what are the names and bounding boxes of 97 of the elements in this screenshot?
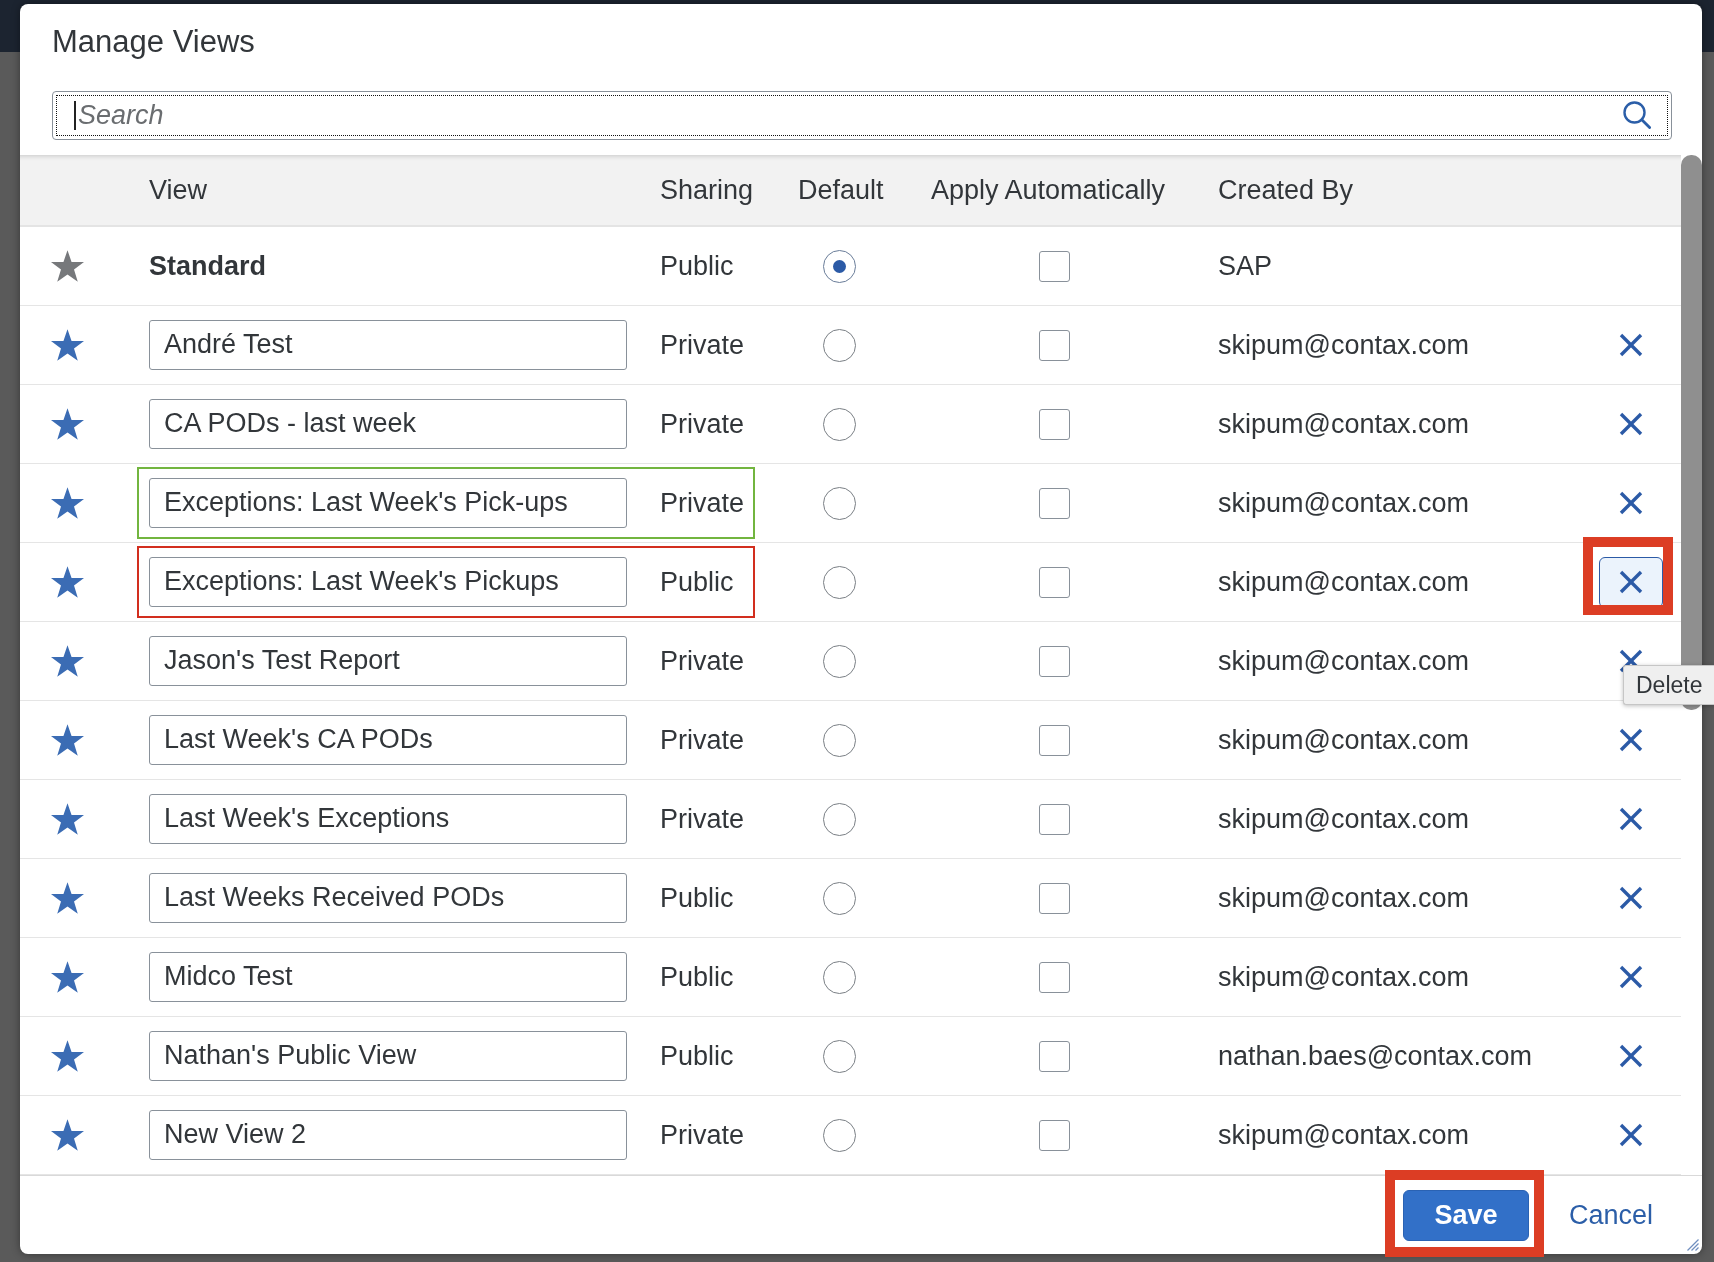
save-button[interactable]: Save bbox=[1402, 1189, 1529, 1241]
x-icon bbox=[1619, 728, 1643, 752]
created-by-text: skipum@contax.com bbox=[1218, 882, 1469, 914]
created-by-text: nathan.baes@contax.com bbox=[1218, 1040, 1533, 1072]
apply-automatically-checkbox[interactable] bbox=[1039, 803, 1070, 835]
apply-automatically-checkbox[interactable] bbox=[1039, 487, 1070, 519]
view-name-field[interactable]: André Test bbox=[149, 320, 627, 370]
star-icon[interactable] bbox=[51, 1119, 84, 1151]
cancel-button[interactable]: Cancel bbox=[1556, 1189, 1665, 1241]
star-icon[interactable] bbox=[51, 803, 84, 835]
created-by-text: skipum@contax.com bbox=[1218, 724, 1469, 756]
search-field[interactable]: Search bbox=[52, 91, 1672, 140]
delete-button[interactable] bbox=[1599, 556, 1663, 608]
default-radio[interactable] bbox=[823, 1039, 856, 1073]
sharing-text: Private bbox=[660, 803, 745, 835]
x-icon bbox=[1619, 1123, 1643, 1147]
column-header: Apply Automatically bbox=[931, 174, 1166, 206]
sharing-text: Public bbox=[660, 882, 734, 914]
default-radio[interactable] bbox=[823, 565, 856, 599]
x-icon bbox=[1619, 333, 1643, 357]
column-header: Default bbox=[798, 174, 884, 206]
view-name-field[interactable]: CA PODs - last week bbox=[149, 399, 627, 449]
created-by-text: skipum@contax.com bbox=[1218, 329, 1469, 361]
star-icon[interactable] bbox=[51, 329, 84, 361]
view-name: Standard bbox=[149, 250, 267, 282]
default-radio[interactable] bbox=[823, 328, 856, 362]
x-icon bbox=[1619, 965, 1643, 989]
resize-grip-icon[interactable] bbox=[1687, 1239, 1699, 1251]
default-radio[interactable] bbox=[823, 407, 856, 441]
created-by-text: skipum@contax.com bbox=[1218, 961, 1469, 993]
x-icon bbox=[1619, 412, 1643, 436]
x-icon bbox=[1619, 570, 1643, 594]
created-by-text: skipum@contax.com bbox=[1218, 1119, 1469, 1151]
apply-automatically-checkbox[interactable] bbox=[1039, 250, 1070, 282]
default-radio[interactable] bbox=[823, 644, 856, 678]
sharing-text: Private bbox=[660, 329, 745, 361]
star-icon[interactable] bbox=[51, 961, 84, 993]
view-name-field[interactable]: Jason's Test Report bbox=[149, 636, 627, 686]
tooltip: Delete bbox=[1623, 665, 1714, 705]
view-name-field[interactable]: Exceptions: Last Week's Pick-ups bbox=[149, 478, 627, 528]
created-by-text: skipum@contax.com bbox=[1218, 645, 1469, 677]
default-radio[interactable] bbox=[823, 486, 856, 520]
apply-automatically-checkbox[interactable] bbox=[1039, 408, 1070, 440]
column-header: View bbox=[149, 174, 208, 206]
column-header: Sharing bbox=[660, 174, 754, 206]
sharing-text: Public bbox=[660, 566, 734, 598]
created-by-text: skipum@contax.com bbox=[1218, 803, 1469, 835]
sharing-text: Private bbox=[660, 645, 745, 677]
sharing-text: Private bbox=[660, 724, 745, 756]
view-name-field[interactable]: Last Weeks Received PODs bbox=[149, 873, 627, 923]
star-icon[interactable] bbox=[51, 1040, 84, 1072]
created-by-text: skipum@contax.com bbox=[1218, 408, 1469, 440]
star-icon[interactable] bbox=[51, 487, 84, 519]
created-by-text: skipum@contax.com bbox=[1218, 566, 1469, 598]
x-icon bbox=[1619, 1044, 1643, 1068]
created-by-text: SAP bbox=[1218, 250, 1273, 282]
x-icon bbox=[1619, 886, 1643, 910]
x-icon bbox=[1619, 491, 1643, 515]
view-name-field[interactable]: Exceptions: Last Week's Pickups bbox=[149, 557, 627, 607]
sharing-text: Public bbox=[660, 1040, 734, 1072]
column-header: Created By bbox=[1218, 174, 1354, 206]
apply-automatically-checkbox[interactable] bbox=[1039, 1040, 1070, 1072]
apply-automatically-checkbox[interactable] bbox=[1039, 645, 1070, 677]
view-name-field[interactable]: Nathan's Public View bbox=[149, 1031, 627, 1081]
search-icon[interactable] bbox=[1623, 101, 1651, 129]
text-cursor bbox=[74, 101, 76, 130]
default-radio[interactable] bbox=[823, 802, 856, 836]
apply-automatically-checkbox[interactable] bbox=[1039, 566, 1070, 598]
default-radio[interactable] bbox=[823, 723, 856, 757]
view-name-field[interactable]: Last Week's Exceptions bbox=[149, 794, 627, 844]
apply-automatically-checkbox[interactable] bbox=[1039, 724, 1070, 756]
view-name-field[interactable]: Last Week's CA PODs bbox=[149, 715, 627, 765]
star-icon[interactable] bbox=[51, 882, 84, 914]
view-name-field[interactable]: New View 2 bbox=[149, 1110, 627, 1160]
default-radio[interactable] bbox=[823, 960, 856, 994]
star-icon[interactable] bbox=[51, 250, 84, 282]
apply-automatically-checkbox[interactable] bbox=[1039, 961, 1070, 993]
default-radio[interactable] bbox=[823, 1118, 856, 1152]
dialog-title: Manage Views bbox=[52, 24, 256, 60]
sharing-text: Private bbox=[660, 408, 745, 440]
sharing-text: Public bbox=[660, 250, 734, 282]
sharing-text: Public bbox=[660, 961, 734, 993]
sharing-text: Private bbox=[660, 487, 745, 519]
sharing-text: Private bbox=[660, 1119, 745, 1151]
star-icon[interactable] bbox=[51, 566, 84, 598]
star-icon[interactable] bbox=[51, 724, 84, 756]
x-icon bbox=[1619, 807, 1643, 831]
x-icon bbox=[1619, 649, 1643, 673]
default-radio[interactable] bbox=[823, 249, 856, 283]
apply-automatically-checkbox[interactable] bbox=[1039, 329, 1070, 361]
apply-automatically-checkbox[interactable] bbox=[1039, 882, 1070, 914]
apply-automatically-checkbox[interactable] bbox=[1039, 1119, 1070, 1151]
star-icon[interactable] bbox=[51, 408, 84, 440]
default-radio[interactable] bbox=[823, 881, 856, 915]
created-by-text: skipum@contax.com bbox=[1218, 487, 1469, 519]
star-icon[interactable] bbox=[51, 645, 84, 677]
view-name-field[interactable]: Midco Test bbox=[149, 952, 627, 1002]
